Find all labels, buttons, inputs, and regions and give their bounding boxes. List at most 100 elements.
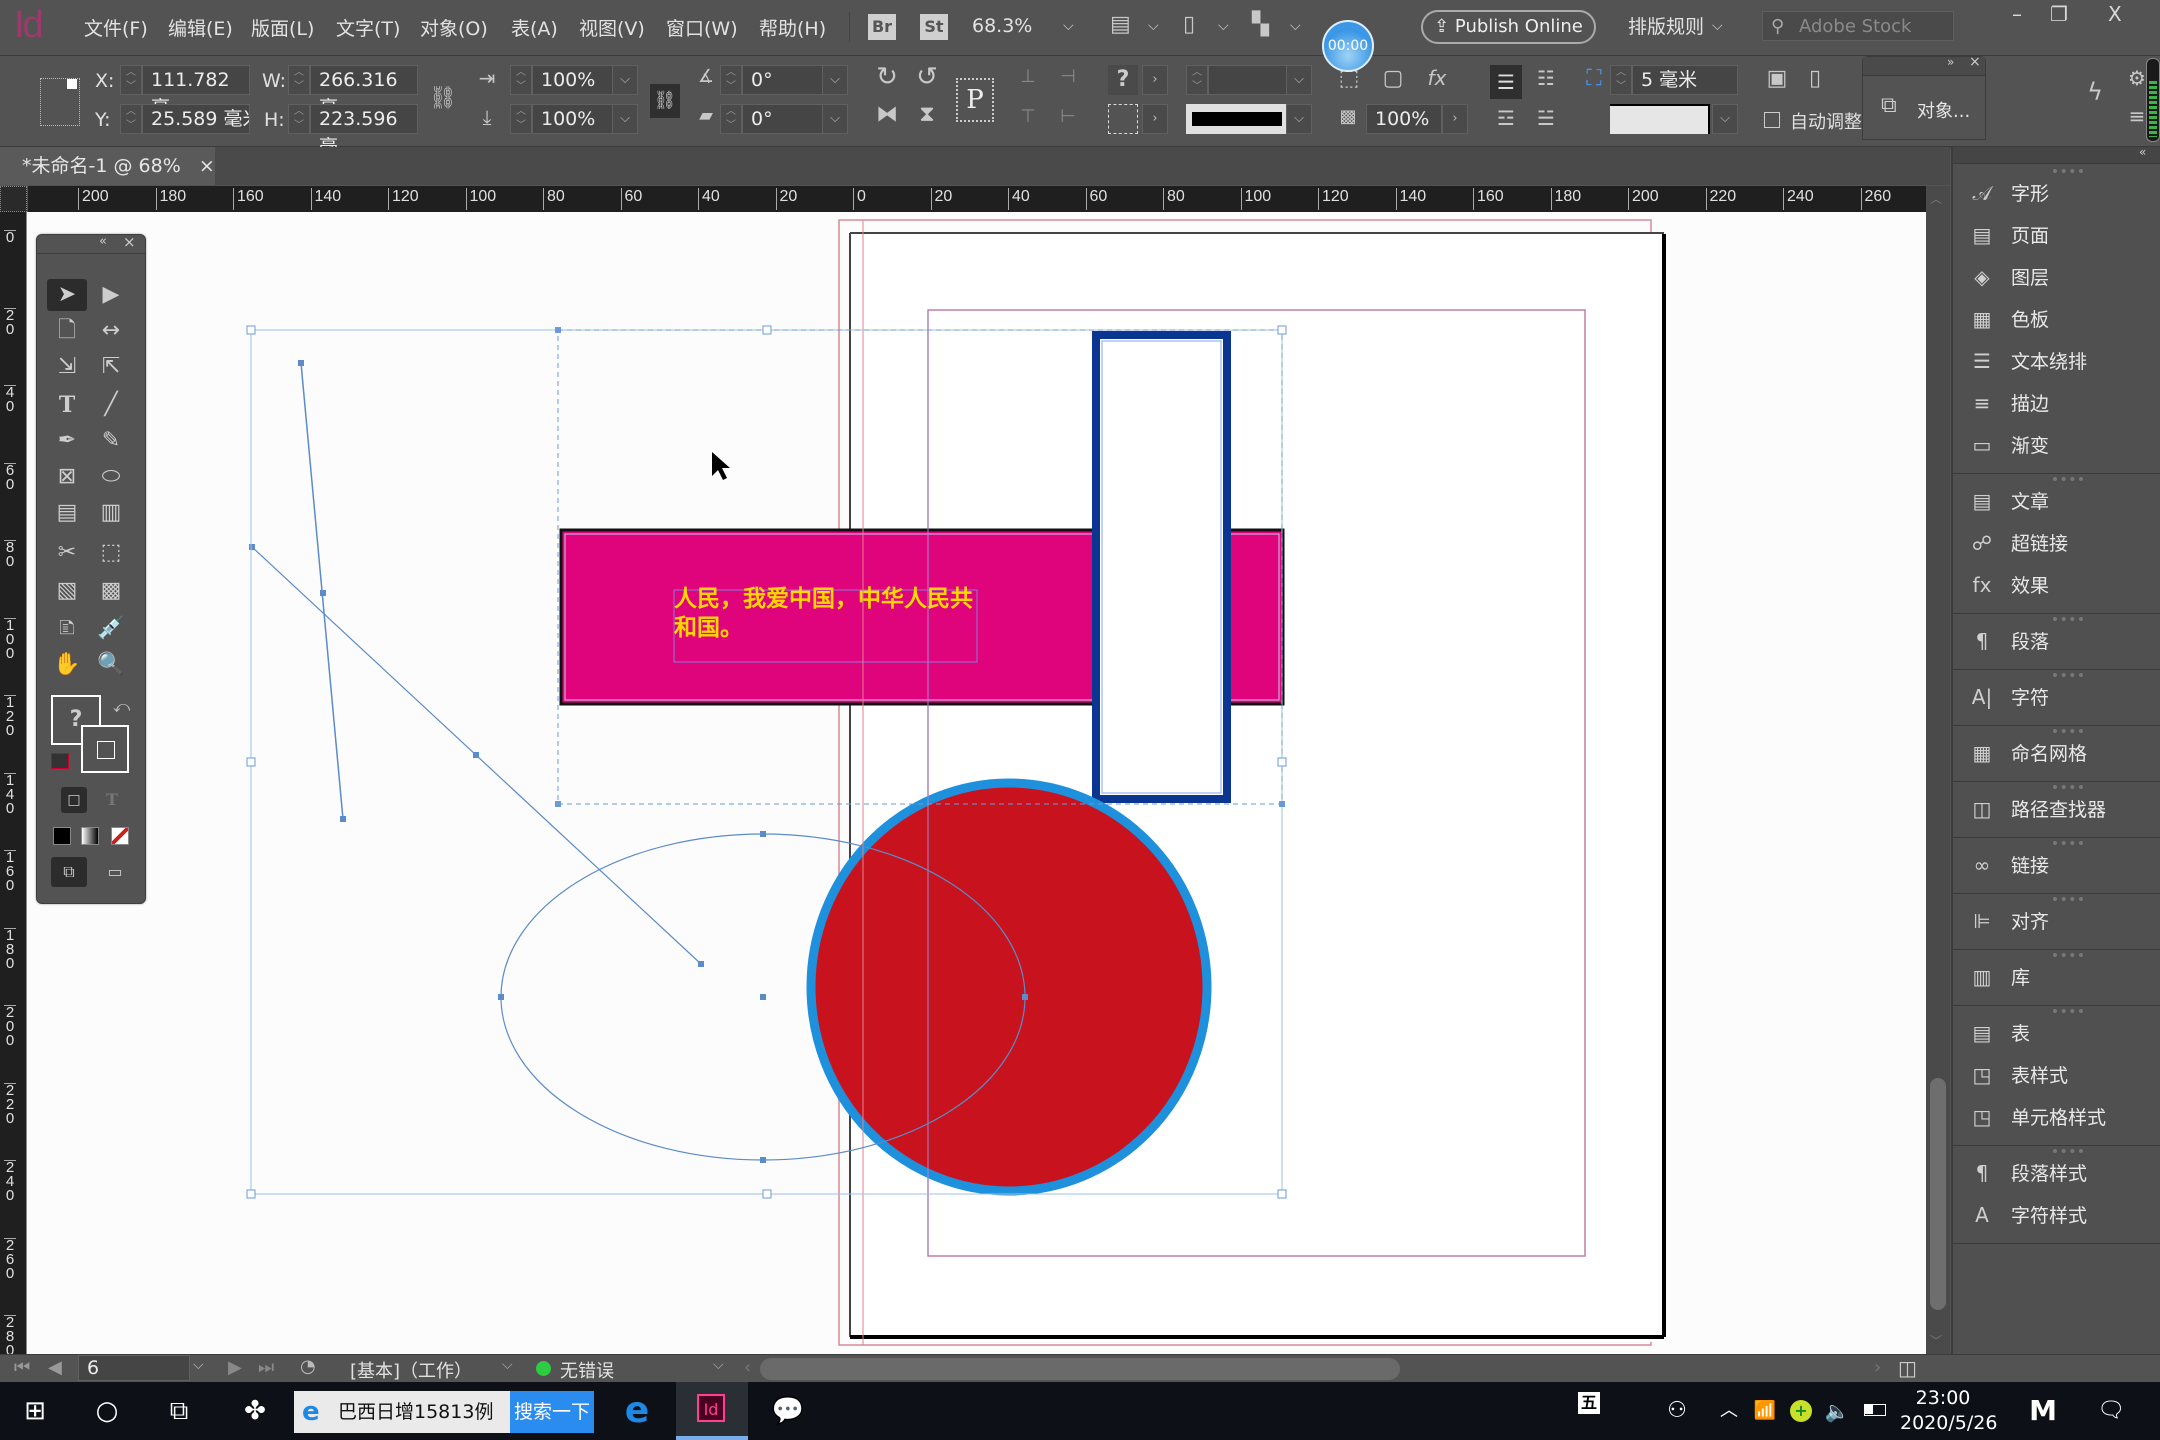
task-view-icon[interactable]: ⧉ bbox=[158, 1382, 200, 1440]
direct-selection-tool-icon[interactable]: ▶ bbox=[91, 279, 131, 311]
arrange-documents-icon[interactable]: ▚ bbox=[1252, 12, 1269, 37]
panel-item-库[interactable]: ▥ 库 bbox=[1967, 957, 2157, 997]
wifi-icon[interactable]: 📶 bbox=[1750, 1382, 1780, 1440]
selection-tool-icon[interactable]: ➤ bbox=[47, 279, 87, 311]
blue-outline-rectangle[interactable] bbox=[1092, 331, 1231, 803]
free-transform-tool-icon[interactable]: ⬚ bbox=[91, 537, 131, 569]
preflight-icon[interactable]: ◔ bbox=[300, 1356, 316, 1377]
handle[interactable] bbox=[762, 1189, 772, 1199]
last-page-icon[interactable]: ⏭ bbox=[258, 1357, 274, 1378]
fit-content-to-frame-icon[interactable]: ▯ bbox=[1800, 66, 1830, 91]
select-container-icon[interactable]: ⊥ bbox=[1014, 66, 1042, 87]
hand-tool-icon[interactable]: ✋ bbox=[47, 649, 87, 681]
h-stepper[interactable]: ︿ ﹀ bbox=[288, 104, 310, 134]
collapse-icon[interactable]: « bbox=[99, 234, 107, 249]
tab-close-icon[interactable]: × bbox=[199, 155, 215, 177]
stock-button[interactable]: St bbox=[920, 14, 948, 40]
w-stepper[interactable]: ︿ ﹀ bbox=[288, 65, 310, 95]
anchor-point[interactable] bbox=[698, 961, 704, 967]
link-scale-icon[interactable]: ⛓ bbox=[650, 84, 680, 118]
shear-dropdown[interactable]: ⌵ bbox=[822, 104, 848, 134]
formatting-container-icon[interactable]: □ bbox=[61, 787, 87, 813]
scissors-tool-icon[interactable]: ✂ bbox=[47, 537, 87, 569]
handle[interactable] bbox=[762, 325, 772, 335]
first-page-icon[interactable]: ⏮ bbox=[14, 1357, 30, 1378]
document-canvas[interactable]: 人民，我爱中国，中华人民共和国。 bbox=[27, 212, 1926, 1354]
panel-item-超链接[interactable]: ☍ 超链接 bbox=[1967, 523, 2157, 563]
anchor-point[interactable] bbox=[249, 544, 255, 550]
workspace-switcher[interactable]: 排版规则 bbox=[1628, 12, 1704, 39]
text-wrap-shape-icon[interactable]: ☲ bbox=[1490, 106, 1522, 130]
stroke-expand[interactable]: › bbox=[1142, 104, 1168, 134]
x-stepper[interactable]: ︿ ﹀ bbox=[120, 65, 142, 95]
menu-window[interactable]: 窗口(W) bbox=[666, 14, 738, 41]
chevron-down-icon[interactable]: ⌵ bbox=[1290, 18, 1301, 34]
stroke-swatch[interactable] bbox=[81, 725, 129, 773]
gradient-feather-tool-icon[interactable]: ▩ bbox=[91, 575, 131, 607]
text-wrap-jump-icon[interactable]: ☱ bbox=[1530, 106, 1562, 130]
select-previous-icon[interactable]: ⊣ bbox=[1054, 66, 1082, 87]
scale-y-stepper[interactable]: ︿ ﹀ bbox=[510, 104, 532, 134]
content-collector-icon[interactable]: ⇲ bbox=[47, 351, 87, 383]
stroke-weight-field[interactable] bbox=[1208, 65, 1288, 95]
panel-item-命名网格[interactable]: ▦ 命名网格 bbox=[1967, 733, 2157, 773]
ruler-origin[interactable] bbox=[0, 186, 27, 212]
close-button[interactable]: X bbox=[2108, 2, 2122, 26]
menu-edit[interactable]: 编辑(E) bbox=[168, 14, 233, 41]
vertical-scrollbar[interactable]: ︿ ﹀ bbox=[1926, 186, 1950, 1354]
panel-item-表[interactable]: ▤ 表 bbox=[1967, 1013, 2157, 1053]
indesign-taskbar-button[interactable]: Id bbox=[676, 1382, 748, 1440]
apply-color-icon[interactable] bbox=[53, 827, 71, 845]
corner-shape-select[interactable] bbox=[1610, 104, 1710, 134]
scroll-down-icon[interactable]: ﹀ bbox=[1930, 1332, 1942, 1349]
scroll-up-icon[interactable]: ︿ bbox=[1930, 190, 1942, 207]
page-dropdown-icon[interactable]: ⌵ bbox=[193, 1357, 204, 1373]
handle[interactable] bbox=[555, 801, 561, 807]
document-tab[interactable]: *未命名-1 @ 68% × bbox=[0, 147, 215, 185]
normal-view-mode-icon[interactable]: ⧉ bbox=[51, 857, 87, 887]
rotate-angle-field[interactable]: 0° bbox=[742, 65, 824, 95]
rotate-counterclockwise-icon[interactable]: ↺ bbox=[910, 62, 944, 92]
handle[interactable] bbox=[555, 327, 561, 333]
handle[interactable] bbox=[246, 325, 256, 335]
battery-icon[interactable] bbox=[1864, 1404, 1886, 1416]
panel-item-路径查找器[interactable]: ◫ 路径查找器 bbox=[1967, 789, 2157, 829]
recording-timer[interactable]: 00:00 bbox=[1322, 20, 1374, 72]
anchor-point[interactable] bbox=[498, 994, 504, 1000]
close-icon[interactable]: × bbox=[123, 233, 136, 251]
anchor-point[interactable] bbox=[320, 590, 326, 596]
opacity-expand[interactable]: › bbox=[1442, 104, 1468, 134]
restore-button[interactable]: ❐ bbox=[2050, 2, 2068, 26]
scale-x-stepper[interactable]: ︿ ﹀ bbox=[510, 65, 532, 95]
effects-fx-icon[interactable]: fx bbox=[1422, 66, 1452, 90]
scale-y-dropdown[interactable]: ⌵ bbox=[612, 104, 638, 134]
panel-item-段落样式[interactable]: ¶ 段落样式 bbox=[1967, 1153, 2157, 1193]
fit-frame-to-content-icon[interactable]: ▣ bbox=[1762, 66, 1792, 91]
view-options-icon[interactable]: ▤ bbox=[1110, 12, 1131, 37]
zoom-tool-icon[interactable]: 🔍 bbox=[91, 649, 131, 681]
menu-object[interactable]: 对象(O) bbox=[420, 14, 488, 41]
scale-y-field[interactable]: 100% bbox=[532, 104, 614, 134]
horizontal-scrollbar-thumb[interactable] bbox=[760, 1358, 1400, 1380]
show-hidden-icons[interactable]: ︿ bbox=[1716, 1382, 1742, 1440]
panel-item-单元格样式[interactable]: ◳ 单元格样式 bbox=[1967, 1097, 2157, 1137]
panel-item-链接[interactable]: ∞ 链接 bbox=[1967, 845, 2157, 885]
anchor-point[interactable] bbox=[298, 360, 304, 366]
auto-fit-checkbox[interactable] bbox=[1764, 112, 1780, 128]
chevron-down-icon[interactable]: ⌵ bbox=[1218, 18, 1229, 34]
panel-item-文本绕排[interactable]: ☰ 文本绕排 bbox=[1967, 341, 2157, 381]
people-icon[interactable]: ⚇ bbox=[1660, 1382, 1694, 1440]
quick-apply-icon[interactable]: ϟ bbox=[2080, 78, 2110, 106]
scroll-right-icon[interactable]: › bbox=[1874, 1357, 1881, 1378]
eyedropper-tool-icon[interactable]: 💉 bbox=[91, 613, 131, 645]
stroke-weight-stepper[interactable]: ︿ ﹀ bbox=[1186, 65, 1208, 95]
panel-item-表样式[interactable]: ◳ 表样式 bbox=[1967, 1055, 2157, 1095]
pinwheel-app-icon[interactable]: ✤ bbox=[232, 1382, 278, 1440]
scale-x-dropdown[interactable]: ⌵ bbox=[612, 65, 638, 95]
menu-file[interactable]: 文件(F) bbox=[84, 14, 148, 41]
constrain-proportions-icon[interactable]: ⛓ bbox=[428, 86, 458, 111]
edge-browser-icon[interactable]: e bbox=[616, 1382, 658, 1440]
h-field[interactable]: 223.596 毫 bbox=[310, 104, 418, 158]
text-wrap-none-icon[interactable]: ☰ bbox=[1490, 65, 1522, 99]
handle[interactable] bbox=[1277, 1189, 1287, 1199]
